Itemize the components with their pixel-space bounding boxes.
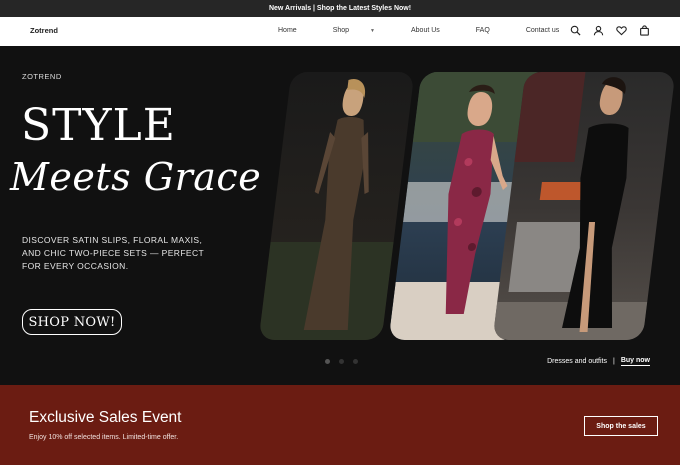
announcement-bar: New Arrivals | Shop the Latest Styles No… (0, 0, 680, 17)
site-logo[interactable]: Zotrend (30, 26, 58, 35)
sales-promo-banner: Exclusive Sales Event Enjoy 10% off sele… (0, 385, 680, 465)
hero-caption: Dresses and outfits | Buy now (547, 357, 650, 366)
cart-bag-icon[interactable] (639, 25, 650, 36)
slider-dot-1[interactable] (325, 359, 330, 364)
hero-image-black-dress[interactable] (492, 72, 676, 340)
nav-item-shop[interactable]: Shop ▼ (333, 27, 393, 34)
search-icon[interactable] (570, 25, 581, 36)
chevron-down-icon: ▼ (370, 27, 375, 34)
slider-dot-3[interactable] (353, 359, 358, 364)
account-icon[interactable] (593, 25, 604, 36)
hero-description: DISCOVER SATIN SLIPS, FLORAL MAXIS, AND … (22, 235, 204, 271)
promo-subtitle: Enjoy 10% off selected items. Limited-ti… (29, 434, 179, 441)
nav-item-faq[interactable]: FAQ (476, 27, 508, 34)
hero-image-sheer-dress[interactable] (258, 72, 415, 340)
top-navigation: Zotrend Home Shop ▼ About Us FAQ Contact … (0, 17, 680, 46)
main-menu: Home Shop ▼ About Us FAQ Contact us (278, 27, 595, 34)
shop-now-button[interactable]: SHOP NOW! (22, 309, 122, 335)
promo-title: Exclusive Sales Event (29, 409, 182, 426)
slider-dot-2[interactable] (339, 359, 344, 364)
hero-brand: ZOTREND (22, 72, 62, 81)
hero-banner: ZOTREND STYLE Meets Grace DISCOVER SATIN… (0, 46, 680, 385)
hero-headline-style: STYLE (21, 100, 176, 151)
buy-now-link[interactable]: Buy now (620, 357, 650, 366)
announcement-text: New Arrivals | Shop the Latest Styles No… (268, 5, 412, 12)
slider-pagination (325, 359, 358, 364)
header-icons (570, 25, 650, 36)
wishlist-heart-icon[interactable] (616, 25, 627, 36)
caption-separator: | (613, 358, 615, 365)
nav-item-home[interactable]: Home (278, 27, 315, 34)
shop-the-sales-button[interactable]: Shop the sales (584, 416, 658, 436)
caption-text: Dresses and outfits (547, 358, 607, 365)
nav-item-about[interactable]: About Us (411, 27, 458, 34)
hero-headline-grace: Meets Grace (10, 155, 262, 199)
